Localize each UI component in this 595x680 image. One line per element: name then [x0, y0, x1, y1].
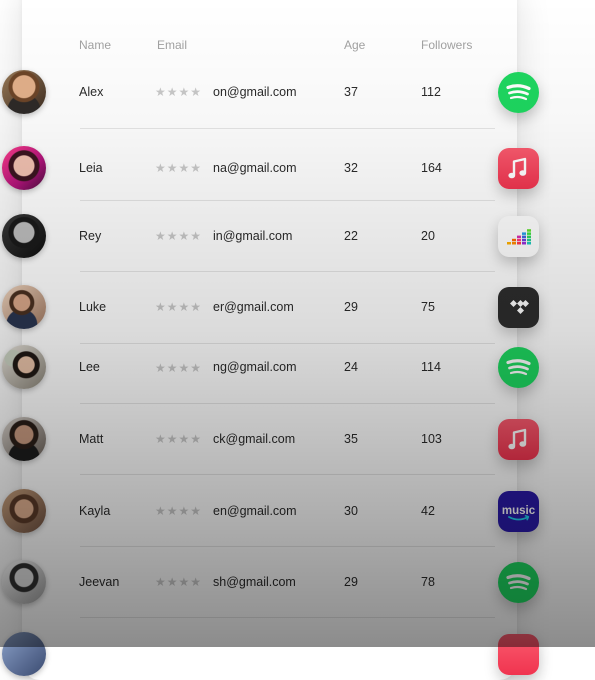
user-followers: 103	[421, 432, 442, 446]
table-row[interactable]: Luke ★★★★ er@gmail.com 29 75	[0, 285, 595, 329]
table-row	[0, 632, 595, 676]
user-age: 24	[344, 360, 358, 374]
user-name: Jeevan	[79, 575, 120, 589]
user-followers: 114	[421, 360, 441, 374]
spotify-icon[interactable]	[498, 347, 539, 388]
user-followers: 42	[421, 504, 435, 518]
rating-stars: ★★★★	[155, 300, 203, 314]
avatar	[2, 214, 46, 258]
user-name: Kayla	[79, 504, 111, 518]
user-email: ng@gmail.com	[213, 360, 297, 374]
user-name: Leia	[79, 161, 103, 175]
user-name: Matt	[79, 432, 104, 446]
user-followers: 164	[421, 161, 442, 175]
user-followers: 75	[421, 300, 435, 314]
user-followers: 112	[421, 85, 441, 99]
row-divider	[80, 474, 495, 475]
row-divider	[80, 617, 495, 618]
avatar	[2, 489, 46, 533]
apple-music-icon[interactable]	[498, 148, 539, 189]
table-row[interactable]: Lee ★★★★ ng@gmail.com 24 114	[0, 345, 595, 389]
deezer-icon[interactable]	[498, 216, 539, 257]
avatar	[2, 345, 46, 389]
table-row[interactable]: Jeevan ★★★★ sh@gmail.com 29 78	[0, 560, 595, 604]
user-email: in@gmail.com	[213, 229, 293, 243]
rating-stars: ★★★★	[155, 229, 203, 243]
row-divider	[80, 128, 495, 129]
user-age: 32	[344, 161, 358, 175]
user-email: ck@gmail.com	[213, 432, 296, 446]
user-email: sh@gmail.com	[213, 575, 296, 589]
user-followers: 78	[421, 575, 435, 589]
header-age: Age	[344, 38, 366, 52]
avatar	[2, 146, 46, 190]
table-row[interactable]: Leia ★★★★ na@gmail.com 32 164	[0, 146, 595, 190]
user-email: en@gmail.com	[213, 504, 297, 518]
user-name: Rey	[79, 229, 102, 243]
rating-stars: ★★★★	[155, 361, 203, 375]
row-divider	[80, 200, 495, 201]
row-divider	[80, 546, 495, 547]
header-name: Name	[79, 38, 112, 52]
rating-stars: ★★★★	[155, 504, 203, 518]
row-divider	[80, 343, 495, 344]
user-followers: 20	[421, 229, 435, 243]
row-divider	[80, 271, 495, 272]
avatar	[2, 70, 46, 114]
rating-stars: ★★★★	[155, 85, 203, 99]
avatar	[2, 417, 46, 461]
header-email: Email	[157, 38, 188, 52]
user-age: 29	[344, 300, 358, 314]
table-row[interactable]: Kayla ★★★★ en@gmail.com 30 42 music	[0, 489, 595, 533]
user-age: 29	[344, 575, 358, 589]
user-age: 37	[344, 85, 358, 99]
table-row[interactable]: Matt ★★★★ ck@gmail.com 35 103	[0, 417, 595, 461]
avatar	[2, 632, 46, 676]
user-email: er@gmail.com	[213, 300, 294, 314]
user-email: on@gmail.com	[213, 85, 297, 99]
amazon-music-icon[interactable]: music	[498, 491, 539, 532]
user-name: Lee	[79, 360, 100, 374]
apple-music-icon	[498, 634, 539, 675]
tidal-icon[interactable]	[498, 287, 539, 328]
header-followers: Followers	[421, 38, 473, 52]
rating-stars: ★★★★	[155, 161, 203, 175]
avatar	[2, 285, 46, 329]
spotify-icon[interactable]	[498, 72, 539, 113]
table-row[interactable]: Rey ★★★★ in@gmail.com 22 20	[0, 214, 595, 258]
user-age: 22	[344, 229, 358, 243]
user-email: na@gmail.com	[213, 161, 297, 175]
rating-stars: ★★★★	[155, 432, 203, 446]
user-name: Luke	[79, 300, 107, 314]
rating-stars: ★★★★	[155, 575, 203, 589]
table-header: Name Email Age Followers	[0, 38, 595, 54]
row-divider	[80, 403, 495, 404]
spotify-icon[interactable]	[498, 562, 539, 603]
user-age: 35	[344, 432, 358, 446]
avatar	[2, 560, 46, 604]
user-name: Alex	[79, 85, 104, 99]
apple-music-icon[interactable]	[498, 419, 539, 460]
table-row[interactable]: Alex ★★★★ on@gmail.com 37 112	[0, 70, 595, 114]
amazon-music-label: music	[502, 505, 536, 517]
user-age: 30	[344, 504, 358, 518]
